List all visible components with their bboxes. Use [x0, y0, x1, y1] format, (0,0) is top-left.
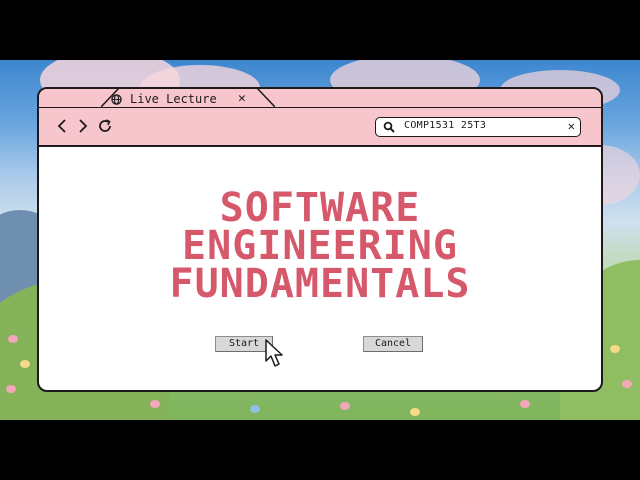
chevron-right-icon[interactable]	[75, 118, 91, 134]
mouse-pointer-icon	[265, 339, 283, 367]
flower	[150, 400, 160, 408]
flower	[20, 360, 30, 368]
title-line: ENGINEERING	[182, 223, 458, 269]
search-bar[interactable]: COMP1531 25T3 ✕	[375, 117, 581, 137]
title-line: SOFTWARE	[219, 185, 421, 231]
flower	[610, 345, 620, 353]
flower	[622, 380, 632, 388]
reload-icon[interactable]	[97, 118, 113, 134]
tab-close-icon[interactable]: ✕	[238, 91, 246, 106]
tab-content: Live Lecture	[111, 92, 217, 106]
tab-title: Live Lecture	[130, 92, 217, 106]
flower	[250, 405, 260, 413]
search-icon	[383, 121, 395, 133]
flower	[340, 402, 350, 410]
flower	[410, 408, 420, 416]
search-input[interactable]: COMP1531 25T3	[404, 120, 486, 131]
page-title: SOFTWARE ENGINEERING FUNDAMENTALS	[39, 185, 601, 307]
flower	[6, 385, 16, 393]
browser-window: Live Lecture ✕ COMP1531 25T3 ✕ SOFTWARE …	[37, 87, 603, 392]
flower	[8, 335, 18, 343]
toolbar: COMP1531 25T3 ✕	[39, 107, 601, 147]
globe-icon	[111, 93, 122, 105]
flower	[520, 400, 530, 408]
chevron-left-icon[interactable]	[55, 118, 71, 134]
clear-search-icon[interactable]: ✕	[568, 119, 575, 133]
title-line: FUNDAMENTALS	[169, 261, 471, 307]
cancel-button[interactable]: Cancel	[363, 336, 423, 352]
